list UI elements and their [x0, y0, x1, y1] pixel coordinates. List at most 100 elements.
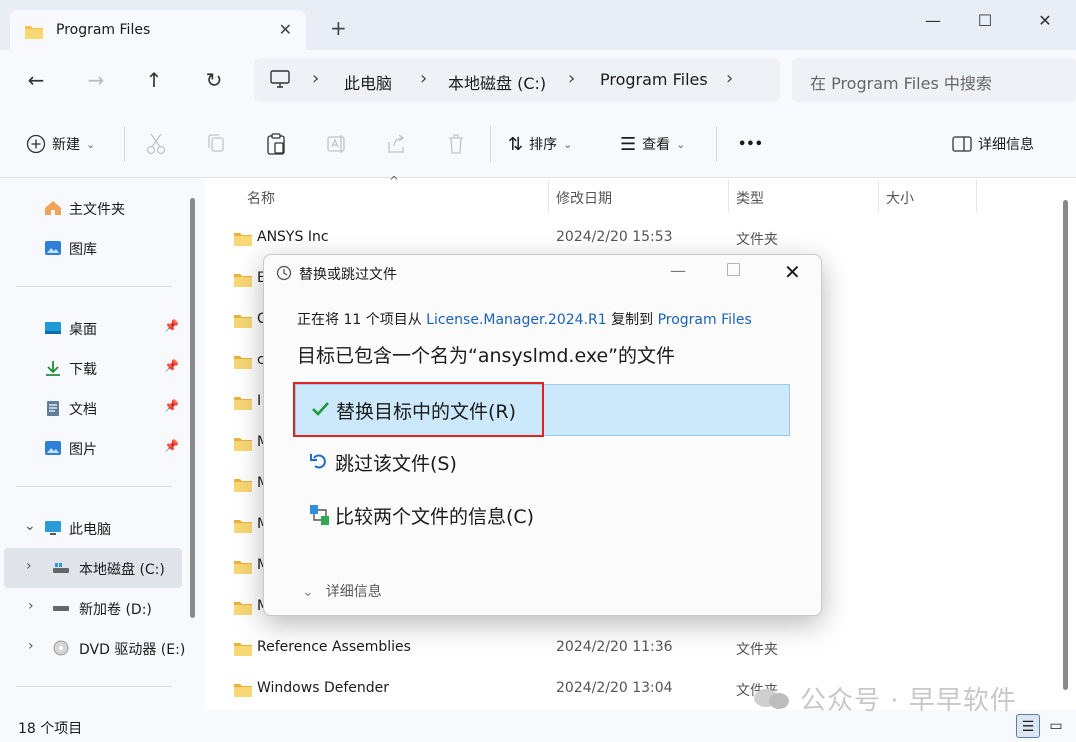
sidebar-item-downloads[interactable]: 下载 📌 — [0, 348, 186, 388]
chevron-down-icon: ⌄ — [563, 137, 573, 151]
chevron-down-icon: ⌄ — [302, 584, 314, 600]
sidebar-divider — [16, 286, 172, 287]
sort-button[interactable]: ⇅ 排序 ⌄ — [508, 132, 572, 156]
info-prefix: 正在将 11 个项目从 — [297, 312, 427, 328]
column-divider[interactable] — [548, 180, 549, 212]
view-label: 查看 — [642, 137, 671, 153]
sidebar-item-label: 图库 — [69, 242, 97, 258]
sidebar-item-dvd-drive-e[interactable]: › DVD 驱动器 (E:) — [0, 628, 186, 668]
share-icon[interactable] — [386, 132, 406, 156]
rename-icon[interactable] — [326, 132, 348, 156]
delete-icon[interactable] — [446, 132, 466, 156]
info-mid: 复制到 — [606, 312, 658, 328]
compare-files-option[interactable]: 比较两个文件的信息(C) — [295, 490, 790, 542]
dialog-maximize-button[interactable] — [727, 263, 740, 276]
folder-icon — [234, 397, 252, 410]
table-row[interactable]: Reference Assemblies 2024/2/20 11:36 文件夹 — [229, 628, 1029, 668]
skip-file-option[interactable]: 跳过该文件(S) — [295, 437, 790, 489]
chevron-down-icon[interactable]: ⌄ — [24, 518, 36, 534]
copy-icon[interactable] — [206, 132, 226, 156]
more-options-button[interactable]: ••• — [738, 132, 763, 156]
sidebar-item-pictures[interactable]: 图片 📌 — [0, 428, 186, 468]
maximize-button[interactable]: ☐ — [962, 8, 1008, 34]
new-button[interactable]: 新建 ⌄ — [26, 132, 95, 156]
sidebar-item-new-volume-d[interactable]: › 新加卷 (D:) — [0, 588, 186, 628]
file-type: 文件夹 — [736, 232, 778, 248]
sidebar-item-label: 主文件夹 — [69, 202, 125, 218]
column-header-modified[interactable]: 修改日期 — [556, 188, 612, 208]
folder-icon — [234, 561, 252, 574]
column-divider[interactable] — [728, 180, 729, 212]
refresh-button[interactable]: ↻ — [198, 64, 230, 96]
replace-file-option[interactable]: 替换目标中的文件(R) — [295, 384, 790, 436]
close-window-button[interactable]: ✕ — [1022, 8, 1068, 34]
back-button[interactable]: ← — [20, 64, 52, 96]
source-folder-link[interactable]: License.Manager.2024.R1 — [426, 312, 606, 328]
sidebar-item-label: 此电脑 — [69, 522, 111, 538]
folder-icon — [234, 479, 252, 492]
folder-icon — [234, 356, 252, 369]
file-modified-date: 2024/2/20 13:04 — [556, 680, 673, 696]
document-icon — [47, 401, 59, 416]
sort-icon: ⇅ — [508, 133, 524, 155]
sidebar-item-documents[interactable]: 文档 📌 — [0, 388, 186, 428]
paste-icon[interactable] — [266, 132, 286, 156]
tab-title: Program Files — [56, 22, 151, 38]
undo-icon — [310, 454, 326, 469]
sidebar-item-label: 图片 — [69, 442, 97, 458]
tiles-view-icon[interactable]: ▭ — [1044, 714, 1068, 738]
sidebar-item-this-pc[interactable]: ⌄ 此电脑 — [0, 508, 186, 548]
minimize-button[interactable]: — — [910, 8, 956, 34]
chevron-down-icon: ⌄ — [86, 137, 96, 151]
forward-button[interactable]: → — [80, 64, 112, 96]
folder-icon — [234, 438, 252, 451]
table-row[interactable]: ANSYS Inc 2024/2/20 15:53 文件夹 — [229, 218, 1029, 258]
sidebar-scrollbar[interactable] — [190, 198, 195, 618]
chevron-right-icon[interactable]: › — [26, 558, 32, 574]
file-list-scrollbar[interactable] — [1063, 200, 1068, 690]
sidebar-item-home[interactable]: 主文件夹 — [0, 188, 186, 228]
search-input[interactable]: 在 Program Files 中搜索 — [792, 58, 1076, 102]
dialog-close-button[interactable]: ✕ — [784, 260, 801, 284]
breadcrumb-this-pc[interactable]: 此电脑 — [344, 70, 392, 94]
column-header-name[interactable]: 名称 — [247, 188, 275, 208]
cut-icon[interactable] — [146, 132, 166, 156]
details-view-icon[interactable]: ☰ — [1016, 714, 1040, 738]
address-bar[interactable]: › 此电脑 › 本地磁盘 (C:) › Program Files › — [254, 58, 780, 102]
column-divider[interactable] — [976, 180, 977, 212]
breadcrumb-separator: › — [726, 68, 734, 89]
up-button[interactable]: ↑ — [138, 64, 170, 96]
view-button[interactable]: ☰ 查看 ⌄ — [620, 132, 685, 156]
sidebar-item-local-disk-c[interactable]: › 本地磁盘 (C:) — [4, 548, 182, 588]
home-icon — [45, 201, 61, 215]
new-tab-button[interactable]: + — [330, 18, 347, 38]
sidebar-item-label: DVD 驱动器 (E:) — [79, 642, 186, 658]
sidebar-divider — [16, 486, 172, 487]
title-bar: Program Files ✕ + — ☐ ✕ — [0, 0, 1076, 50]
breadcrumb-program-files[interactable]: Program Files — [600, 70, 708, 89]
tab-program-files[interactable]: Program Files ✕ — [10, 10, 306, 50]
folder-icon — [234, 684, 252, 697]
computer-icon — [45, 521, 61, 535]
more-details-toggle[interactable]: ⌄ 详细信息 — [302, 581, 382, 601]
details-pane-button[interactable]: 详细信息 — [952, 132, 1034, 156]
pin-icon: 📌 — [164, 319, 179, 333]
column-header-size[interactable]: 大小 — [886, 188, 914, 208]
file-name: I — [257, 393, 262, 409]
item-count: 18 个项目 — [18, 721, 83, 737]
sidebar-item-label: 下载 — [69, 362, 97, 378]
breadcrumb-local-disk[interactable]: 本地磁盘 (C:) — [448, 70, 546, 94]
chevron-right-icon[interactable]: › — [28, 638, 34, 654]
sidebar-item-desktop[interactable]: 桌面 📌 — [0, 308, 186, 348]
chevron-right-icon[interactable]: › — [28, 598, 34, 614]
destination-folder-link[interactable]: Program Files — [658, 312, 752, 328]
sidebar-item-gallery[interactable]: 图库 — [0, 228, 186, 268]
folder-icon — [234, 520, 252, 533]
tab-close-icon[interactable]: ✕ — [279, 20, 292, 39]
column-divider[interactable] — [878, 180, 879, 212]
dialog-minimize-button[interactable]: — — [670, 261, 690, 281]
column-header-type[interactable]: 类型 — [736, 188, 764, 208]
sidebar-item-label: 文档 — [69, 402, 97, 418]
wechat-icon — [754, 689, 789, 709]
computer-icon — [270, 70, 290, 88]
